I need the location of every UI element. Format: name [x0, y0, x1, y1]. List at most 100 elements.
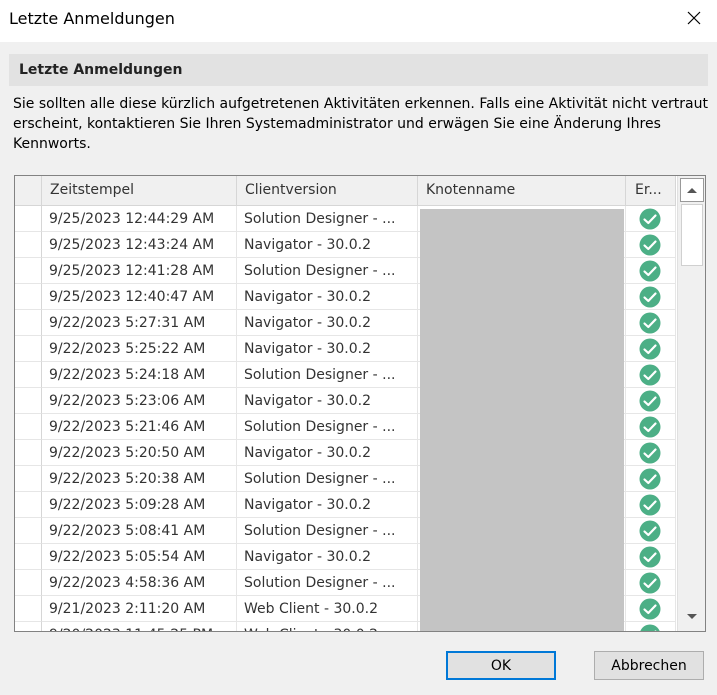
cell-result — [626, 388, 676, 414]
cell-client-version: Navigator - 30.0.2 — [237, 232, 418, 258]
vertical-scrollbar[interactable] — [677, 176, 705, 631]
cell-client-version: Navigator - 30.0.2 — [237, 544, 418, 570]
row-selector[interactable] — [15, 596, 42, 622]
cell-client-version: Navigator - 30.0.2 — [237, 440, 418, 466]
cell-timestamp: 9/22/2023 4:58:36 AM — [42, 570, 237, 596]
row-selector[interactable] — [15, 518, 42, 544]
window-title: Letzte Anmeldungen — [9, 9, 175, 28]
check-circle-icon — [639, 390, 661, 412]
cell-timestamp: 9/22/2023 5:08:41 AM — [42, 518, 237, 544]
row-selector[interactable] — [15, 414, 42, 440]
cell-result — [626, 232, 676, 258]
scroll-up-button[interactable] — [680, 178, 704, 202]
cell-client-version: Navigator - 30.0.2 — [237, 310, 418, 336]
row-selector[interactable] — [15, 336, 42, 362]
cell-timestamp: 9/22/2023 5:20:50 AM — [42, 440, 237, 466]
row-selector[interactable] — [15, 466, 42, 492]
row-selector[interactable] — [15, 492, 42, 518]
section-title: Letzte Anmeldungen — [19, 62, 183, 78]
row-selector[interactable] — [15, 258, 42, 284]
cancel-button[interactable]: Abbrechen — [594, 651, 704, 680]
cell-timestamp: 9/22/2023 5:27:31 AM — [42, 310, 237, 336]
cell-client-version: Solution Designer - ... — [237, 414, 418, 440]
check-circle-icon — [639, 468, 661, 490]
row-selector[interactable] — [15, 622, 42, 631]
cell-client-version: Solution Designer - ... — [237, 206, 418, 232]
table-header: Zeitstempel Clientversion Knotenname Er.… — [15, 176, 676, 206]
row-selector[interactable] — [15, 310, 42, 336]
check-circle-icon — [639, 364, 661, 386]
cell-client-version: Solution Designer - ... — [237, 362, 418, 388]
check-circle-icon — [639, 494, 661, 516]
row-selector[interactable] — [15, 232, 42, 258]
column-header-result[interactable]: Er... — [626, 176, 676, 205]
check-circle-icon — [639, 260, 661, 282]
cell-timestamp: 9/25/2023 12:41:28 AM — [42, 258, 237, 284]
check-circle-icon — [639, 312, 661, 334]
cell-client-version: Solution Designer - ... — [237, 518, 418, 544]
cell-result — [626, 284, 676, 310]
cell-client-version: Navigator - 30.0.2 — [237, 492, 418, 518]
logins-table: Zeitstempel Clientversion Knotenname Er.… — [14, 175, 706, 632]
cell-result — [626, 596, 676, 622]
check-circle-icon — [639, 286, 661, 308]
row-selector[interactable] — [15, 570, 42, 596]
cell-result — [626, 258, 676, 284]
cell-client-version: Solution Designer - ... — [237, 258, 418, 284]
check-circle-icon — [639, 234, 661, 256]
arrow-up-icon — [687, 188, 697, 193]
row-selector[interactable] — [15, 440, 42, 466]
cell-result — [626, 206, 676, 232]
cell-timestamp: 9/22/2023 5:09:28 AM — [42, 492, 237, 518]
ok-button[interactable]: OK — [446, 651, 556, 680]
cell-result — [626, 310, 676, 336]
cell-timestamp: 9/25/2023 12:40:47 AM — [42, 284, 237, 310]
arrow-down-icon — [687, 614, 697, 619]
check-circle-icon — [639, 572, 661, 594]
row-selector[interactable] — [15, 388, 42, 414]
cell-timestamp: 9/22/2023 5:20:38 AM — [42, 466, 237, 492]
title-bar: Letzte Anmeldungen — [0, 0, 717, 42]
section-header: Letzte Anmeldungen — [9, 54, 708, 86]
column-header-timestamp[interactable]: Zeitstempel — [42, 176, 237, 205]
cell-client-version: Solution Designer - ... — [237, 570, 418, 596]
check-circle-icon — [639, 416, 661, 438]
row-selector[interactable] — [15, 362, 42, 388]
check-circle-icon — [639, 338, 661, 360]
row-selector[interactable] — [15, 206, 42, 232]
cell-result — [626, 570, 676, 596]
cell-result — [626, 622, 676, 631]
cell-client-version: Navigator - 30.0.2 — [237, 336, 418, 362]
cell-timestamp: 9/21/2023 2:11:20 AM — [42, 596, 237, 622]
column-header-node-name[interactable]: Knotenname — [418, 176, 626, 205]
cell-result — [626, 518, 676, 544]
description-text: Sie sollten alle diese kürzlich aufgetre… — [13, 96, 708, 152]
column-header-client-version[interactable]: Clientversion — [237, 176, 418, 205]
check-circle-icon — [640, 624, 660, 631]
cell-client-version: Navigator - 30.0.2 — [237, 284, 418, 310]
cell-client-version: Web Client - 30.0.2 — [237, 622, 418, 631]
check-circle-icon — [639, 208, 661, 230]
cell-timestamp: 9/20/2023 11:45:25 PM — [42, 622, 237, 631]
scrollbar-thumb[interactable] — [681, 204, 703, 266]
check-circle-icon — [639, 442, 661, 464]
cell-result — [626, 414, 676, 440]
cell-client-version: Solution Designer - ... — [237, 466, 418, 492]
cell-timestamp: 9/22/2023 5:24:18 AM — [42, 362, 237, 388]
cell-result — [626, 336, 676, 362]
row-selector[interactable] — [15, 284, 42, 310]
check-circle-icon — [639, 598, 661, 620]
cell-timestamp: 9/22/2023 5:23:06 AM — [42, 388, 237, 414]
cell-timestamp: 9/22/2023 5:05:54 AM — [42, 544, 237, 570]
close-icon — [687, 11, 701, 25]
cell-timestamp: 9/25/2023 12:43:24 AM — [42, 232, 237, 258]
cell-result — [626, 362, 676, 388]
header-selector — [15, 176, 42, 205]
row-selector[interactable] — [15, 544, 42, 570]
cell-timestamp: 9/25/2023 12:44:29 AM — [42, 206, 237, 232]
cell-result — [626, 544, 676, 570]
scroll-down-button[interactable] — [680, 605, 704, 629]
cell-timestamp: 9/22/2023 5:25:22 AM — [42, 336, 237, 362]
cell-client-version: Web Client - 30.0.2 — [237, 596, 418, 622]
close-button[interactable] — [671, 0, 717, 36]
